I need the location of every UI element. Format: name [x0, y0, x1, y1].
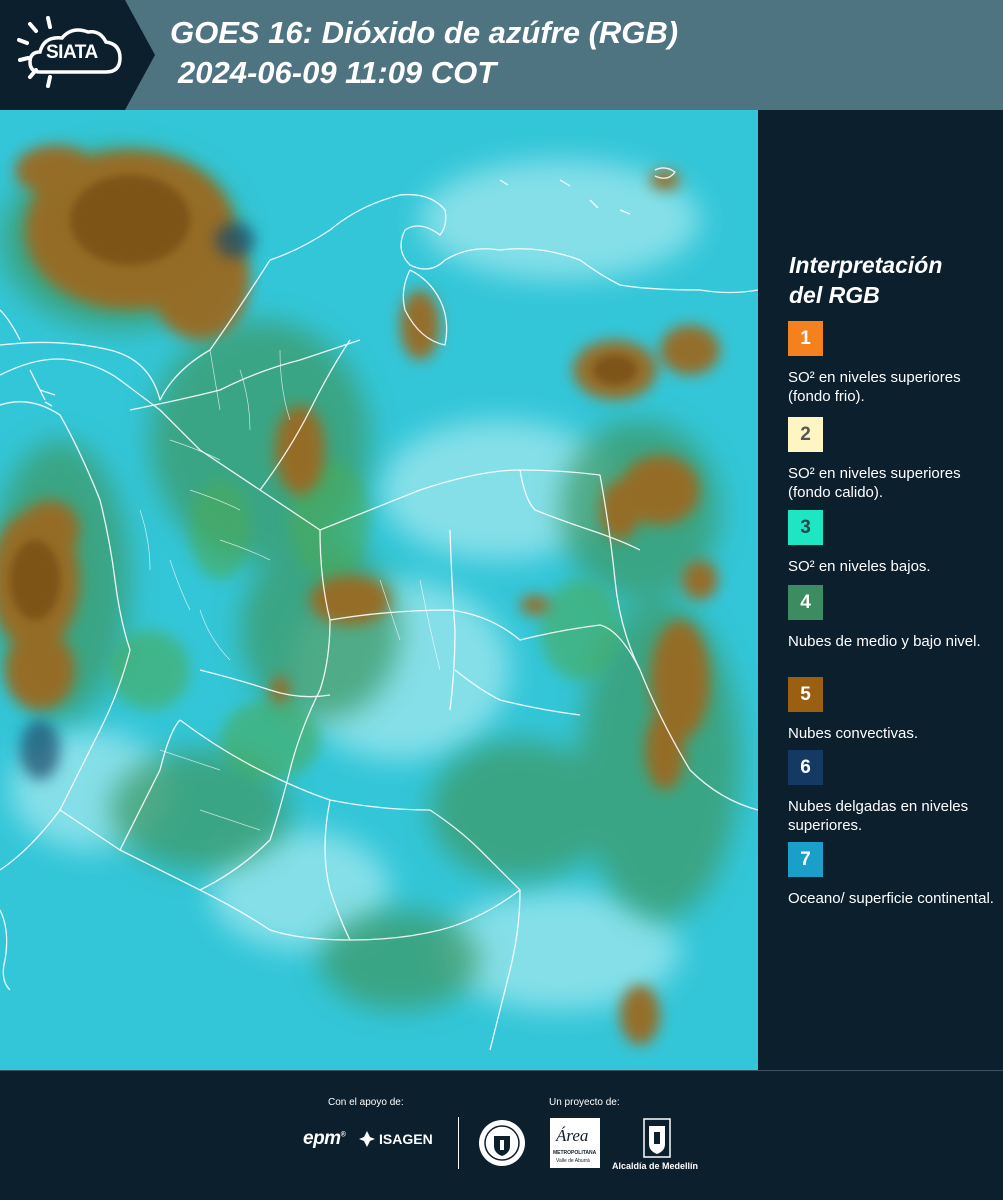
legend-swatch-5: 5	[788, 677, 823, 712]
legend-title: Interpretación del RGB	[789, 250, 989, 310]
legend-desc-4: Nubes de medio y bajo nivel.	[788, 633, 981, 650]
alcaldia-label: Alcaldía de Medellín	[612, 1161, 699, 1171]
legend-swatch-7: 7	[788, 842, 823, 877]
header: SIATA GOES 16: Dióxido de azúfre (RGB) 2…	[0, 0, 1003, 110]
legend-desc-7: Oceano/ superficie continental.	[788, 890, 994, 907]
timestamp: 2024-06-09 11:09 COT	[178, 55, 497, 90]
legend-desc-5: Nubes convectivas.	[788, 725, 919, 742]
legend-desc-2: SO² en niveles superiores (fondo calido)…	[788, 465, 961, 501]
legend-item-6: 6 Nubes delgadas en niveles superiores.	[788, 750, 998, 835]
legend-swatch-4: 4	[788, 585, 823, 620]
logo-text: SIATA	[46, 42, 98, 63]
legend-desc-3: SO² en niveles bajos.	[788, 558, 931, 575]
legend-swatch-1: 1	[788, 321, 823, 356]
legend-number-4: 4	[800, 591, 811, 613]
legend-item-4: 4 Nubes de medio y bajo nivel.	[788, 585, 998, 651]
legend-swatch-2: 2	[788, 417, 823, 452]
project-label: Un proyecto de:	[549, 1097, 620, 1108]
medellin-seal	[477, 1118, 527, 1173]
area-logo-sub1: METROPOLITANA	[553, 1150, 597, 1156]
legend-number-2: 2	[800, 423, 811, 445]
isagen-logo-text: ISAGEN	[379, 1131, 433, 1147]
isagen-logo: ISAGEN	[358, 1130, 433, 1148]
area-logo-sub2: Valle de Aburrá	[556, 1158, 590, 1164]
legend-item-2: 2 SO² en niveles superiores (fondo calid…	[788, 417, 998, 502]
legend-swatch-3: 3	[788, 510, 823, 545]
page-title: GOES 16: Dióxido de azúfre (RGB)	[170, 15, 679, 50]
legend-item-1: 1 SO² en niveles superiores (fondo frio)…	[788, 321, 998, 406]
area-logo-name: Área	[556, 1126, 589, 1145]
legend-number-7: 7	[800, 848, 811, 870]
legend-desc-6: Nubes delgadas en niveles superiores.	[788, 798, 969, 834]
legend-swatch-6: 6	[788, 750, 823, 785]
legend-number-3: 3	[800, 516, 811, 538]
support-label: Con el apoyo de:	[328, 1097, 404, 1108]
legend-desc-1: SO² en niveles superiores (fondo frio).	[788, 369, 961, 405]
footer-vertical-divider	[458, 1117, 459, 1169]
isagen-mark-icon	[359, 1131, 375, 1147]
siata-logo: SIATA	[0, 0, 155, 110]
footer-divider-line	[0, 1070, 1003, 1071]
epm-logo-text: epm	[303, 1128, 341, 1149]
legend-title-line2: del RGB	[789, 282, 880, 308]
legend-panel: Interpretación del RGB 1 SO² en niveles …	[758, 110, 1003, 1070]
legend-number-1: 1	[800, 327, 811, 349]
area-metropolitana-logo: Área METROPOLITANA Valle de Aburrá	[550, 1118, 600, 1168]
legend-number-6: 6	[800, 756, 811, 778]
alcaldia-shield	[643, 1118, 671, 1163]
legend-item-7: 7 Oceano/ superficie continental.	[788, 842, 998, 908]
epm-logo: epm®	[303, 1128, 346, 1149]
footer: Con el apoyo de: Un proyecto de: epm® IS…	[0, 1070, 1003, 1200]
legend-title-line1: Interpretación	[789, 252, 943, 278]
legend-item-3: 3 SO² en niveles bajos.	[788, 510, 998, 576]
legend-number-5: 5	[800, 683, 811, 705]
legend-item-5: 5 Nubes convectivas.	[788, 677, 998, 743]
satellite-map	[0, 110, 758, 1070]
